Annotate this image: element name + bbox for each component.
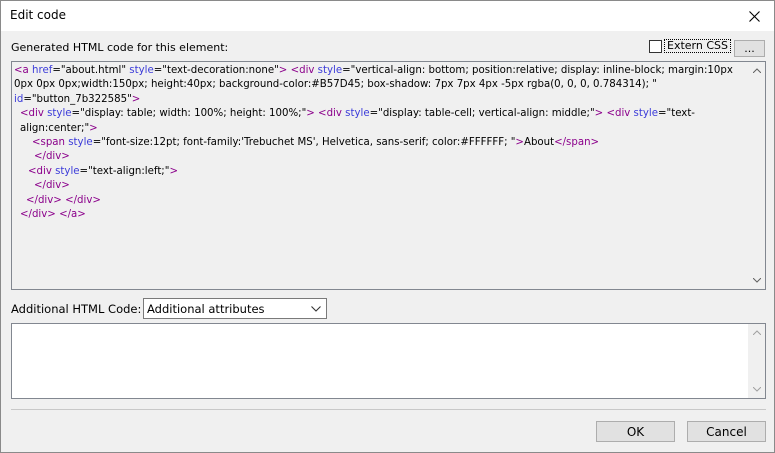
code-token: </span>	[554, 137, 600, 149]
chevron-down-icon	[311, 306, 321, 312]
code-token: <span	[32, 137, 69, 149]
vertical-scrollbar[interactable]	[748, 62, 765, 289]
code-token: > <div	[594, 108, 634, 120]
additional-html-textarea[interactable]	[11, 323, 766, 399]
extern-css-label: Extern CSS	[664, 39, 731, 53]
code-line-5: <div style="text-align:left;">	[14, 165, 747, 179]
code-token: </div> </a>	[20, 209, 86, 221]
code-line-4: </div>	[14, 150, 747, 164]
arrow-down-icon	[752, 387, 761, 392]
divider	[11, 409, 766, 410]
arrow-down-icon	[752, 278, 761, 283]
edit-code-dialog: Edit code Generated HTML code for this e…	[0, 0, 775, 453]
code-token: style	[345, 108, 370, 120]
code-token: ="about.html"	[52, 65, 130, 76]
code-token: > <div	[278, 65, 318, 76]
code-token: href	[32, 65, 53, 76]
code-token: ="button_7b322585"	[23, 93, 132, 105]
window-title: Edit code	[10, 8, 66, 22]
browse-button[interactable]: ...	[734, 40, 765, 57]
code-token: >	[169, 165, 178, 177]
title-bar: Edit code	[1, 1, 774, 31]
code-line-7: </div> </div>	[14, 194, 747, 208]
code-line-3: <span style="font-size:12pt; font-family…	[14, 136, 747, 150]
close-icon	[748, 10, 760, 22]
close-button[interactable]	[734, 1, 774, 31]
code-line-1: <a href="about.html" style="text-decorat…	[14, 64, 747, 107]
code-token: <div	[20, 108, 48, 120]
additional-type-select[interactable]: Additional attributes	[143, 298, 327, 319]
code-token: style	[47, 108, 72, 120]
cancel-button[interactable]: Cancel	[687, 421, 766, 442]
code-token: </div>	[34, 180, 70, 192]
code-token: id	[14, 93, 24, 105]
code-token: About	[523, 137, 555, 149]
vertical-scrollbar[interactable]	[748, 324, 765, 398]
code-token: <a	[14, 65, 33, 76]
generated-code-textarea[interactable]: <a href="about.html" style="text-decorat…	[11, 61, 766, 290]
code-token: ="display: table-cell; vertical-align: m…	[369, 108, 595, 120]
scroll-down-button[interactable]	[748, 272, 765, 289]
code-line-2: <div style="display: table; width: 100%;…	[14, 107, 747, 136]
code-token: >	[131, 93, 141, 105]
code-token: style	[68, 137, 93, 149]
code-line-8: </div> </a>	[14, 208, 747, 222]
code-token: ="text-align:left;"	[79, 165, 170, 177]
code-token: </div>	[34, 151, 70, 163]
code-token: ="display: table; width: 100%; height: 1…	[71, 108, 307, 120]
code-token: > <div	[306, 108, 346, 120]
code-token: >	[89, 122, 98, 134]
select-value: Additional attributes	[147, 301, 265, 316]
generated-code-label: Generated HTML code for this element:	[11, 41, 229, 54]
code-token: </div> </div>	[26, 194, 101, 206]
code-line-6: </div>	[14, 179, 747, 193]
additional-html-label: Additional HTML Code:	[11, 302, 142, 316]
extern-css-checkbox[interactable]: Extern CSS	[649, 39, 731, 53]
code-token: ="text-decoration:none"	[153, 65, 279, 76]
arrow-up-icon	[752, 330, 761, 335]
code-token: style	[317, 65, 343, 76]
scroll-up-button[interactable]	[748, 324, 765, 341]
code-token: style	[55, 165, 80, 177]
code-token: style	[129, 65, 154, 76]
scroll-down-button[interactable]	[748, 381, 765, 398]
scroll-up-button[interactable]	[748, 62, 765, 79]
code-token: <div	[28, 165, 56, 177]
checkbox-box[interactable]	[649, 39, 662, 53]
arrow-up-icon	[752, 68, 761, 73]
code-token: >	[515, 137, 524, 149]
ok-button[interactable]: OK	[596, 421, 675, 442]
code-token: ="font-size:12pt; font-family:'Trebuchet…	[92, 137, 516, 149]
code-token: style	[633, 108, 658, 120]
code-content: <a href="about.html" style="text-decorat…	[14, 64, 747, 222]
